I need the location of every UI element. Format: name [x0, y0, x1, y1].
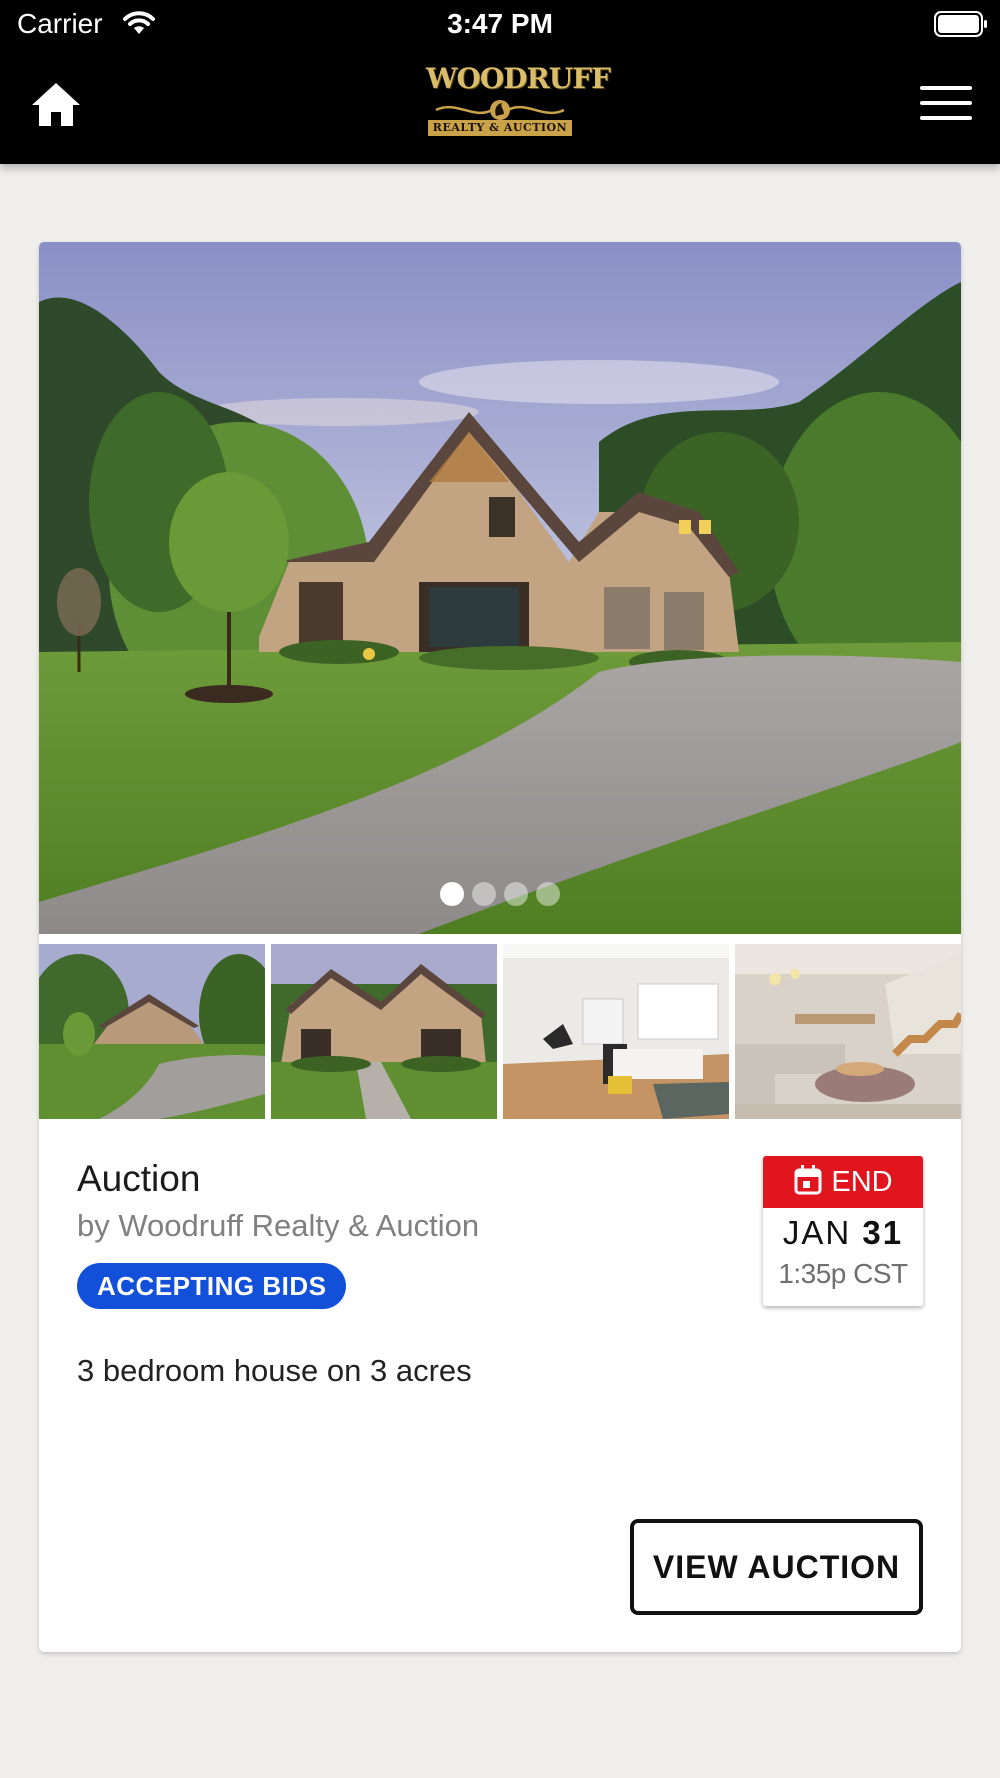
end-date-header: END [763, 1156, 923, 1208]
end-day: 31 [862, 1214, 904, 1251]
thumbnail-house-exterior[interactable] [39, 944, 265, 1119]
battery-icon [934, 11, 987, 37]
end-date-box: END JAN 31 1:35p CST [763, 1156, 923, 1306]
menu-button[interactable] [920, 86, 972, 126]
end-label: END [831, 1166, 893, 1198]
carousel-dot[interactable] [440, 882, 464, 906]
status-badge: ACCEPTING BIDS [77, 1263, 347, 1309]
thumbnail-strip [39, 944, 961, 1119]
calendar-icon [794, 1165, 822, 1195]
view-auction-button[interactable]: VIEW AUCTION [630, 1519, 923, 1615]
logo-wordmark: WOODRUFF [426, 62, 611, 95]
menu-bar [920, 116, 972, 120]
carousel-dots [39, 882, 961, 911]
woodruff-logo[interactable]: WOODRUFF REALTY & AUCTION [426, 60, 611, 138]
menu-bar [920, 101, 972, 105]
menu-bar [920, 86, 972, 90]
logo-flourish-icon [435, 100, 565, 120]
logo-tagline: REALTY & AUCTION [428, 120, 572, 136]
auction-description: 3 bedroom house on 3 acres [77, 1353, 472, 1388]
carousel-dot[interactable] [536, 882, 560, 906]
carousel-dot[interactable] [472, 882, 496, 906]
thumbnail-modern-living-room[interactable] [735, 944, 961, 1119]
end-month: JAN [782, 1214, 852, 1251]
carousel-dot[interactable] [504, 882, 528, 906]
home-icon [32, 83, 80, 126]
hero-photo[interactable] [39, 242, 961, 934]
top-bar: Carrier 3:47 PM WOODRUFF REALTY & AUCTIO… [0, 0, 1000, 164]
end-time: 1:35p CST [778, 1258, 908, 1289]
status-bar: Carrier 3:47 PM [0, 0, 1000, 50]
auction-card[interactable]: Auction by Woodruff Realty & Auction ACC… [39, 242, 961, 1652]
auction-byline: by Woodruff Realty & Auction [77, 1208, 480, 1243]
end-date: JAN 31 [763, 1214, 923, 1252]
thumbnail-house-front[interactable] [271, 944, 497, 1119]
home-button[interactable] [28, 80, 88, 132]
status-time: 3:47 PM [447, 8, 553, 39]
auction-title: Auction [77, 1158, 201, 1199]
thumbnail-living-room[interactable] [503, 944, 729, 1119]
